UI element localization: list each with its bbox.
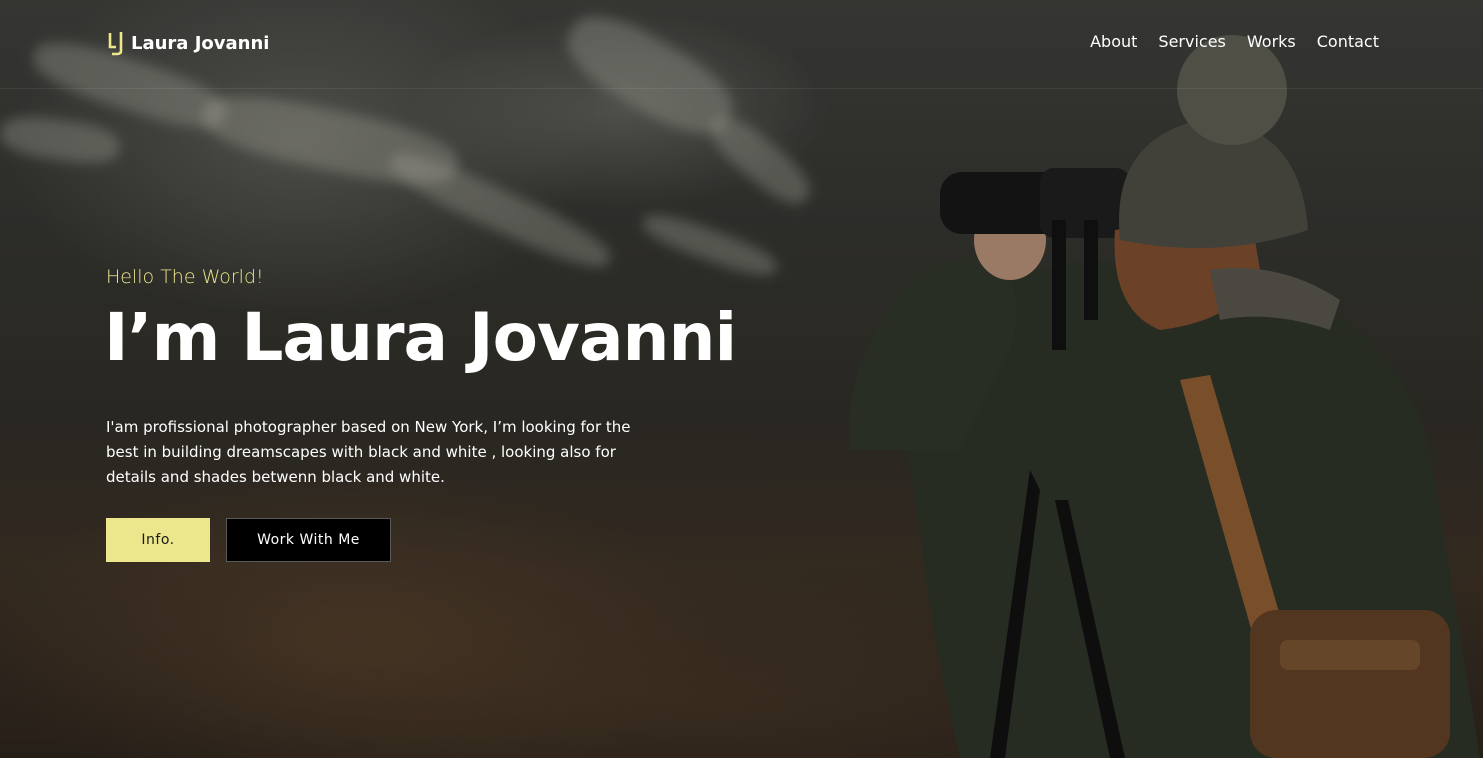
hero-section: Laura Jovanni About Services Works Conta… <box>0 0 1483 758</box>
nav-link-contact[interactable]: Contact <box>1317 32 1379 51</box>
site-logo[interactable]: Laura Jovanni <box>107 30 269 56</box>
header-divider <box>0 88 1483 89</box>
hero-bio: I'am profissional photographer based on … <box>106 418 631 486</box>
logo-mark-icon <box>108 32 123 56</box>
work-with-me-button[interactable]: Work With Me <box>226 518 391 562</box>
hero-greeting: Hello The World! <box>106 266 264 288</box>
logo-text: Laura Jovanni <box>131 32 270 54</box>
info-button[interactable]: Info. <box>106 518 210 562</box>
nav-link-about[interactable]: About <box>1090 32 1137 51</box>
nav-link-works[interactable]: Works <box>1247 32 1296 51</box>
nav-link-services[interactable]: Services <box>1158 32 1225 51</box>
main-nav: About Services Works Contact <box>1090 32 1379 51</box>
hero-headline: I’m Laura Jovanni <box>104 299 737 376</box>
dark-overlay <box>0 0 1483 758</box>
